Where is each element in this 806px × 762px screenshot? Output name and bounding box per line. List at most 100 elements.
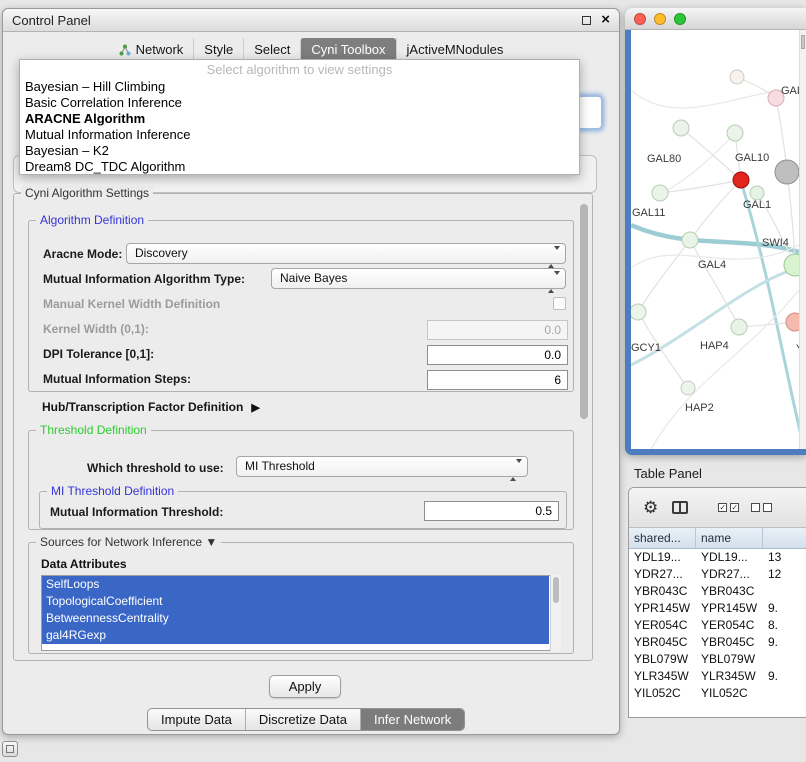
settings-scrollbar[interactable] [580, 202, 589, 652]
network-node[interactable] [652, 185, 668, 201]
table-row[interactable]: YBR043CYBR043C [629, 583, 806, 600]
bottom-tab-bar: Impute Data Discretize Data Infer Networ… [147, 708, 465, 731]
network-window-titlebar[interactable] [625, 8, 806, 30]
tab-select[interactable]: Select [243, 38, 300, 61]
attributes-list[interactable]: SelfLoopsTopologicalCoefficientBetweenne… [41, 575, 561, 651]
tab-jactivemnodules[interactable]: jActiveMNodules [396, 38, 514, 61]
combo-stepper-icon [548, 248, 560, 267]
algorithm-definition-title: Algorithm Definition [36, 213, 148, 227]
tab-impute-data[interactable]: Impute Data [148, 709, 245, 730]
sources-group-title[interactable]: Sources for Network Inference ▼ [36, 535, 221, 549]
table-row[interactable]: YER054CYER054C8. [629, 617, 806, 634]
mi-steps-field[interactable]: 6 [427, 370, 568, 390]
network-node[interactable] [730, 70, 744, 84]
close-icon[interactable]: × [601, 13, 610, 27]
which-threshold-label: Which threshold to use: [87, 461, 224, 475]
table-panel-window: ⚙ ✓ ✓ shared... name YDL19...YDL19...13Y… [628, 487, 806, 718]
attribute-item[interactable]: BetweennessCentrality [42, 610, 549, 627]
algorithm-option[interactable]: Bayesian – K2 [20, 143, 579, 159]
gear-icon[interactable]: ⚙ [643, 498, 658, 518]
table-panel-title: Table Panel [634, 466, 702, 481]
collapsed-panel-icon[interactable] [2, 741, 18, 757]
mi-algorithm-type-combo[interactable]: Naive Bayes [271, 268, 566, 289]
column-header-cut[interactable] [763, 528, 806, 548]
tab-network[interactable]: Network [109, 38, 194, 61]
network-node[interactable] [750, 186, 764, 200]
network-node[interactable] [786, 313, 799, 331]
algorithm-option[interactable]: Bayesian – Hill Climbing [20, 79, 579, 95]
close-light-icon[interactable] [634, 13, 646, 25]
float-window-icon[interactable] [582, 16, 591, 25]
table-toolbar: ⚙ ✓ ✓ [629, 488, 806, 528]
attribute-item[interactable]: gal4RGexp [42, 627, 549, 644]
algorithm-dropdown-list: Bayesian – Hill ClimbingBasic Correlatio… [20, 79, 579, 175]
network-edge[interactable] [660, 180, 741, 193]
cyni-algorithm-settings-group: Cyni Algorithm Settings Algorithm Defini… [13, 193, 593, 661]
control-panel-titlebar[interactable]: Control Panel × [3, 9, 619, 32]
attribute-item[interactable]: SelfLoops [42, 576, 549, 593]
network-node[interactable] [631, 304, 646, 320]
attributes-list-scrollbar[interactable] [550, 575, 561, 651]
network-edge[interactable] [631, 90, 781, 108]
zoom-light-icon[interactable] [674, 13, 686, 25]
select-all-columns-icon[interactable]: ✓ ✓ [718, 503, 739, 512]
network-scrollbar[interactable] [799, 30, 806, 449]
dpi-tolerance-field[interactable]: 0.0 [427, 345, 568, 365]
mi-algorithm-type-label: Mutual Information Algorithm Type: [43, 272, 245, 286]
network-edge[interactable] [638, 240, 690, 312]
table-row[interactable]: YBR045CYBR045C9. [629, 634, 806, 651]
network-edge[interactable] [690, 180, 741, 240]
network-node[interactable] [731, 319, 747, 335]
columns-icon[interactable] [672, 501, 688, 514]
table-row[interactable]: YDR27...YDR27...12 [629, 566, 806, 583]
manual-kernel-width-checkbox[interactable] [553, 297, 566, 310]
algorithm-dropdown: Select algorithm to view settings Bayesi… [19, 59, 580, 175]
threshold-definition-group: Threshold Definition Which threshold to … [28, 430, 574, 530]
network-node[interactable] [727, 125, 743, 141]
scrollbar-thumb[interactable] [580, 204, 588, 419]
scrollbar-thumb[interactable] [801, 35, 805, 49]
algorithm-definition-group: Algorithm Definition Aracne Mode: Discov… [28, 220, 574, 392]
settings-group-title: Cyni Algorithm Settings [21, 186, 153, 200]
which-threshold-combo[interactable]: MI Threshold [236, 456, 528, 477]
deselect-all-columns-icon[interactable] [751, 503, 772, 512]
tab-cyni-toolbox[interactable]: Cyni Toolbox [300, 38, 395, 61]
node-label: GAL11 [632, 207, 665, 219]
algorithm-option[interactable]: Mutual Information Inference [20, 127, 579, 143]
table-row[interactable]: YIL052CYIL052C [629, 685, 806, 702]
algorithm-option[interactable]: ARACNE Algorithm [20, 111, 579, 127]
table-row[interactable]: YBL079WYBL079W [629, 651, 806, 668]
network-node[interactable] [673, 120, 689, 136]
mi-steps-label: Mutual Information Steps: [43, 372, 191, 386]
network-edge[interactable] [743, 188, 799, 435]
column-header-shared-name[interactable]: shared... [629, 528, 696, 548]
column-header-name[interactable]: name [696, 528, 763, 548]
hub-transcription-factor-toggle[interactable]: Hub/Transcription Factor Definition ▶ [42, 400, 260, 414]
algorithm-option[interactable]: Basic Correlation Inference [20, 95, 579, 111]
attribute-item[interactable]: TopologicalCoefficient [42, 593, 549, 610]
network-canvas[interactable]: GALGAL80GAL10GAL11GAL1SWI4GAL4GCY1HAP4YH… [631, 30, 806, 449]
tab-infer-network[interactable]: Infer Network [360, 709, 464, 730]
network-node[interactable] [682, 232, 698, 248]
network-edge[interactable] [651, 290, 799, 449]
tab-discretize-data[interactable]: Discretize Data [245, 709, 360, 730]
kernel-width-field[interactable]: 0.0 [427, 320, 568, 340]
dropdown-hint: Select algorithm to view settings [20, 62, 579, 79]
aracne-mode-combo[interactable]: Discovery [126, 243, 566, 264]
tab-style[interactable]: Style [193, 38, 243, 61]
scrollbar-thumb[interactable] [553, 577, 559, 603]
network-node[interactable] [733, 172, 749, 188]
table-row[interactable]: YPR145WYPR145W9. [629, 600, 806, 617]
algorithm-option[interactable]: Dream8 DC_TDC Algorithm [20, 159, 579, 175]
table-row[interactable]: YLR345WYLR345W9. [629, 668, 806, 685]
control-panel-tabs: Network Style Select Cyni Toolbox jActiv… [3, 38, 619, 61]
mi-threshold-label: Mutual Information Threshold: [50, 505, 223, 519]
network-svg[interactable]: GALGAL80GAL10GAL11GAL1SWI4GAL4GCY1HAP4YH… [631, 30, 799, 449]
minimize-light-icon[interactable] [654, 13, 666, 25]
apply-button[interactable]: Apply [269, 675, 341, 698]
table-row[interactable]: YDL19...YDL19...13 [629, 549, 806, 566]
network-node[interactable] [681, 381, 695, 395]
network-node[interactable] [775, 160, 799, 184]
node-label: HAP4 [700, 340, 729, 352]
mi-threshold-field[interactable]: 0.5 [424, 501, 559, 521]
